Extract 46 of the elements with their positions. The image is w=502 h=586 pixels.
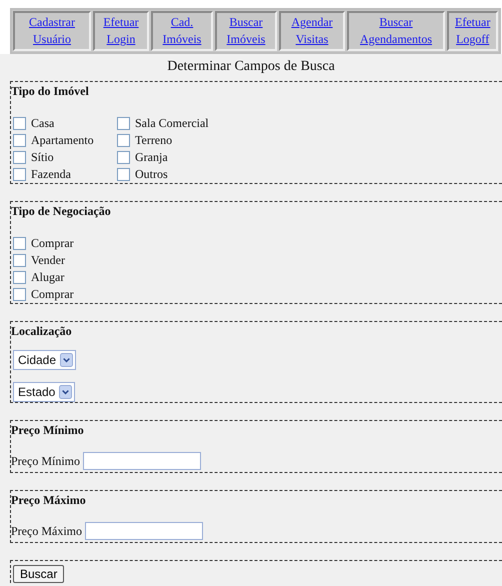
nav-link[interactable]: Buscar Imóveis xyxy=(215,11,277,51)
section-heading: Localização xyxy=(11,324,73,339)
chevron-down-icon xyxy=(60,353,74,367)
nav-link[interactable]: Efetuar Logoff xyxy=(447,11,498,51)
checkbox-label: Comprar xyxy=(31,287,74,302)
checkbox-label: Alugar xyxy=(31,270,64,285)
checkbox[interactable] xyxy=(13,254,26,267)
checkbox-label: Comprar xyxy=(31,236,74,251)
field-label: Preço Máximo xyxy=(11,524,82,538)
checkbox-label: Vender xyxy=(31,253,65,268)
checkbox-label: Granja xyxy=(135,150,168,165)
page-title: Determinar Campos de Busca xyxy=(166,58,336,76)
checkbox[interactable] xyxy=(117,117,130,130)
section-heading: Tipo de Negociação xyxy=(11,204,112,219)
section-heading: Preço Mínimo xyxy=(11,423,85,438)
checkbox[interactable] xyxy=(13,237,26,250)
input-field[interactable] xyxy=(83,452,201,470)
checkbox[interactable] xyxy=(13,117,26,130)
checkbox[interactable] xyxy=(13,134,26,147)
dropdown[interactable]: Estado xyxy=(13,382,76,402)
nav-link[interactable]: Cadastrar Usuário xyxy=(13,11,91,51)
checkbox-label: Fazenda xyxy=(31,167,71,182)
checkbox[interactable] xyxy=(13,151,26,164)
chevron-down-icon xyxy=(59,385,72,399)
checkbox[interactable] xyxy=(13,271,26,284)
checkbox-label: Terreno xyxy=(135,133,172,148)
checkbox[interactable] xyxy=(117,151,130,164)
nav-link[interactable]: Agendar Visitas xyxy=(279,11,345,51)
checkbox[interactable] xyxy=(13,168,26,181)
checkbox-label: Casa xyxy=(31,116,54,131)
section-heading: Tipo do Imóvel xyxy=(11,84,90,99)
nav-link[interactable]: Efetuar Login xyxy=(93,11,149,51)
checkbox-label: Outros xyxy=(135,167,168,182)
checkbox[interactable] xyxy=(117,168,130,181)
field-label: Preço Mínimo xyxy=(11,454,80,468)
checkbox[interactable] xyxy=(117,134,130,147)
checkbox-label: Sala Comercial xyxy=(135,116,209,131)
checkbox-label: Apartamento xyxy=(31,133,94,148)
checkbox-label: Sítio xyxy=(31,150,54,165)
search-button[interactable]: Buscar xyxy=(13,565,64,583)
input-field[interactable] xyxy=(85,522,203,540)
nav-link[interactable]: Buscar Agendamentos xyxy=(347,11,445,51)
section-heading: Preço Máximo xyxy=(11,493,87,508)
checkbox[interactable] xyxy=(13,288,26,301)
nav-link[interactable]: Cad. Imóveis xyxy=(151,11,213,51)
dropdown[interactable]: Cidade xyxy=(13,350,76,370)
